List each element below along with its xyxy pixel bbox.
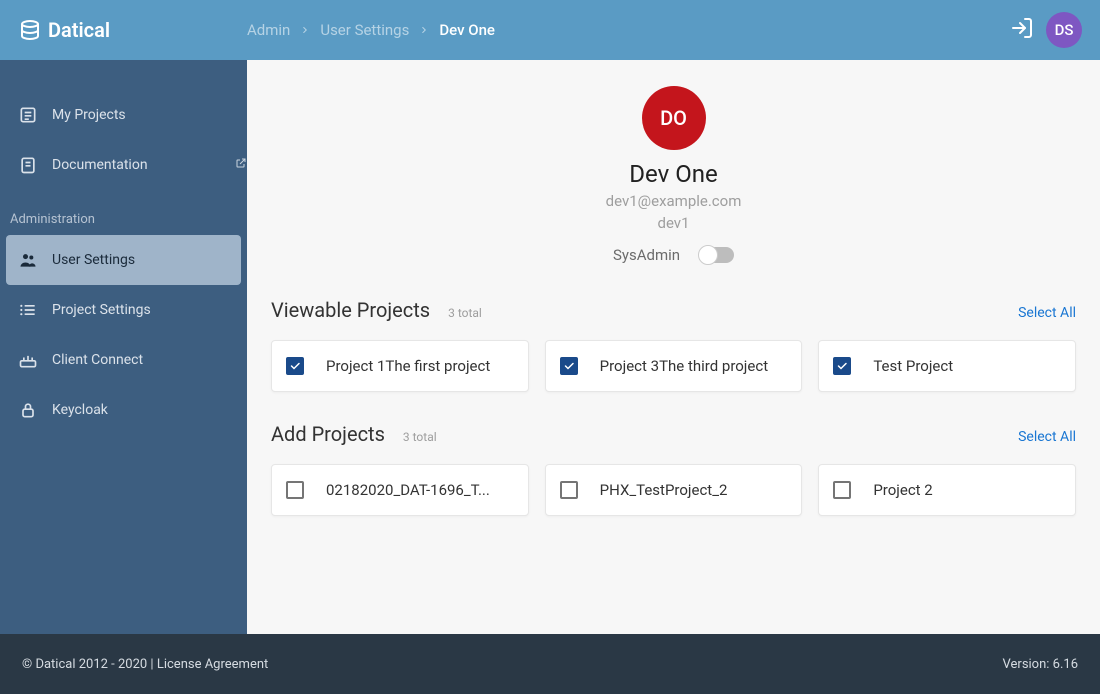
sidebar-item-my-projects[interactable]: My Projects [0, 90, 247, 140]
brand-name: Datical [48, 18, 110, 42]
sidebar-item-user-settings[interactable]: User Settings [6, 235, 241, 285]
add-projects-header: Add Projects 3 total Select All [271, 422, 1076, 446]
user-name: Dev One [629, 160, 717, 188]
sidebar-item-label: Keycloak [52, 402, 247, 418]
chevron-right-icon [419, 21, 429, 39]
stack-icon [18, 18, 42, 42]
project-card[interactable]: 02182020_DAT-1696_T... [271, 464, 529, 516]
sidebar-item-label: My Projects [52, 107, 247, 123]
project-checkbox[interactable] [833, 481, 851, 499]
sidebar-item-label: Client Connect [52, 352, 247, 368]
breadcrumb-admin[interactable]: Admin [247, 21, 290, 39]
project-label: Project 1The first project [326, 357, 490, 375]
sidebar-item-client-connect[interactable]: Client Connect [0, 335, 247, 385]
sidebar-item-label: Documentation [52, 157, 229, 173]
breadcrumb: Admin User Settings Dev One [247, 21, 495, 39]
project-checkbox[interactable] [286, 481, 304, 499]
logout-icon[interactable] [1010, 16, 1034, 44]
sidebar-item-documentation[interactable]: Documentation [0, 140, 247, 190]
select-all-link[interactable]: Select All [1018, 429, 1076, 445]
logo-area: Datical [0, 18, 247, 42]
project-card[interactable]: PHX_TestProject_2 [545, 464, 803, 516]
list-icon [18, 300, 52, 320]
section-count: 3 total [448, 306, 482, 320]
main-content: DO Dev One dev1@example.com dev1 SysAdmi… [247, 60, 1100, 634]
projects-icon [18, 105, 52, 125]
project-checkbox[interactable] [286, 357, 304, 375]
documentation-icon [18, 155, 52, 175]
user-email: dev1@example.com [606, 192, 742, 210]
section-title: Viewable Projects [271, 298, 430, 322]
project-checkbox[interactable] [833, 357, 851, 375]
project-card[interactable]: Project 1The first project [271, 340, 529, 392]
project-card[interactable]: Project 3The third project [545, 340, 803, 392]
sysadmin-row: SysAdmin [613, 246, 734, 264]
project-card[interactable]: Project 2 [818, 464, 1076, 516]
project-label: Project 3The third project [600, 357, 768, 375]
current-user-avatar[interactable]: DS [1046, 12, 1082, 48]
project-label: 02182020_DAT-1696_T... [326, 481, 490, 499]
users-icon [18, 250, 52, 270]
sysadmin-label: SysAdmin [613, 246, 680, 264]
sysadmin-toggle[interactable] [700, 247, 734, 263]
select-all-link[interactable]: Select All [1018, 305, 1076, 321]
sidebar-item-label: User Settings [52, 252, 241, 268]
project-label: Test Project [873, 357, 953, 375]
sidebar-item-project-settings[interactable]: Project Settings [0, 285, 247, 335]
viewable-projects-grid: Project 1The first project Project 3The … [271, 340, 1076, 392]
app-header: Datical Admin User Settings Dev One DS [0, 0, 1100, 60]
lock-icon [18, 400, 52, 420]
add-projects-grid: 02182020_DAT-1696_T... PHX_TestProject_2… [271, 464, 1076, 516]
viewable-projects-header: Viewable Projects 3 total Select All [271, 298, 1076, 322]
project-checkbox[interactable] [560, 357, 578, 375]
section-title: Add Projects [271, 422, 385, 446]
brand-logo[interactable]: Datical [18, 18, 110, 42]
footer-version: Version: 6.16 [1003, 657, 1078, 672]
router-icon [18, 350, 52, 370]
project-card[interactable]: Test Project [818, 340, 1076, 392]
project-checkbox[interactable] [560, 481, 578, 499]
app-footer: © Datical 2012 - 2020 | License Agreemen… [0, 634, 1100, 694]
project-label: PHX_TestProject_2 [600, 481, 728, 499]
external-link-icon [235, 157, 247, 173]
user-avatar: DO [642, 86, 706, 150]
project-label: Project 2 [873, 481, 932, 499]
chevron-right-icon [300, 21, 310, 39]
sidebar-item-keycloak[interactable]: Keycloak [0, 385, 247, 435]
footer-copyright[interactable]: © Datical 2012 - 2020 | License Agreemen… [22, 657, 268, 672]
breadcrumb-current: Dev One [439, 21, 495, 39]
user-username: dev1 [657, 214, 689, 232]
sidebar-item-label: Project Settings [52, 302, 247, 318]
header-actions: DS [1010, 12, 1082, 48]
sidebar: My Projects Documentation Administration… [0, 60, 247, 634]
user-profile: DO Dev One dev1@example.com dev1 SysAdmi… [271, 86, 1076, 264]
sidebar-section-admin: Administration [0, 190, 247, 235]
section-count: 3 total [403, 430, 437, 444]
breadcrumb-user-settings[interactable]: User Settings [320, 21, 409, 39]
